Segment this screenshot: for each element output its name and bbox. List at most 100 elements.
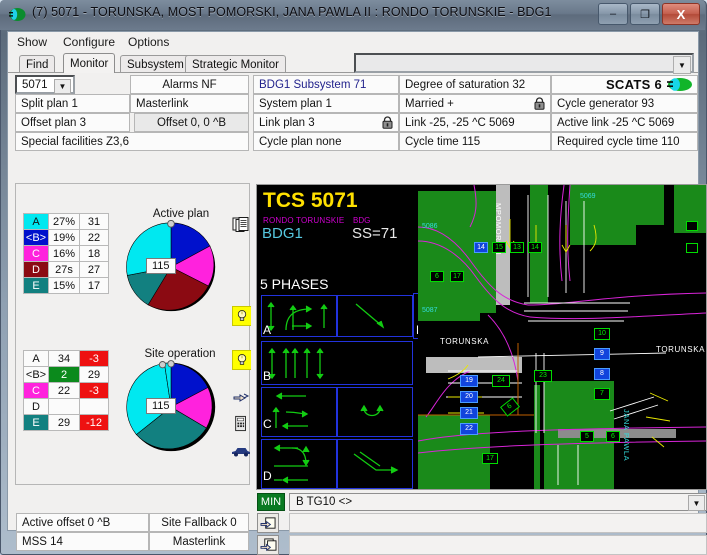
detector-edge-2[interactable] [686,243,698,253]
table-row[interactable]: D [23,398,109,415]
phase-cell-a-alt[interactable] [337,295,413,337]
phase-label-b: B [263,369,272,383]
detector-15[interactable]: 15 [492,242,506,253]
tab-monitor[interactable]: Monitor [63,53,116,73]
detector-17-south[interactable]: 17 [482,453,498,464]
detector-5[interactable]: 5 [580,431,594,442]
detector-18[interactable]: 6 [430,271,444,282]
menu-show[interactable]: Show [17,35,47,49]
top-dropdown[interactable]: ▼ [354,53,694,74]
menu-configure[interactable]: Configure [63,35,115,49]
site-op-value: 29 [48,414,80,431]
phase-cell-d-main[interactable] [261,439,337,489]
detector-7[interactable]: 7 [594,388,610,400]
special-facilities-field[interactable]: Special facilities Z3,6 [15,132,249,151]
active-link-field[interactable]: Active link -25 ^C 5069 [551,113,698,132]
detector-6[interactable]: 6 [606,431,620,442]
offset-plan-field[interactable]: Offset plan 3 [15,113,130,132]
detector-8[interactable]: 8 [594,368,610,380]
active-plan-key: <B> [23,229,49,246]
masterlink-field-1[interactable]: Masterlink [130,94,249,113]
masterlink-field-2[interactable]: Masterlink [149,532,249,551]
site-operation-bulb-button[interactable] [232,350,252,370]
phase-dropdown[interactable]: B TG10 <> ▼ [289,493,707,511]
table-row[interactable]: <B> 2 29 [23,366,109,383]
chevron-down-icon[interactable]: ▼ [673,56,691,74]
minimize-button[interactable]: – [598,3,628,25]
table-row[interactable]: C 16% 18 [23,245,109,262]
detector-12[interactable]: 14 [528,242,542,253]
offset-field[interactable]: Offset 0, 0 ^B [134,113,249,132]
tcs-map-panel[interactable]: TCS 5071 RONDO TORUNSKIE BDG BDG1 SS=71 … [256,184,707,490]
maximize-button[interactable]: ❐ [630,3,660,25]
alarms-field[interactable]: Alarms NF [130,75,249,94]
send-command-button-2[interactable] [257,535,279,555]
detector-16[interactable]: 14 [474,242,488,253]
table-row[interactable]: E 15% 17 [23,277,109,294]
command-field-2[interactable] [289,535,707,555]
send-command-button-1[interactable] [257,513,279,533]
married-label: Married + [405,97,454,110]
command-field-1[interactable] [289,513,707,533]
detector-17[interactable]: 17 [450,271,464,282]
detector-13[interactable]: 13 [510,242,524,253]
calculator-icon[interactable] [232,414,250,432]
table-row[interactable]: C 22 -3 [23,382,109,399]
tab-strategic-monitor[interactable]: Strategic Monitor [185,55,286,73]
cycle-generator-field[interactable]: Cycle generator 93 [551,94,698,113]
degree-of-saturation-field[interactable]: Degree of saturation 32 [399,75,551,94]
phase-cell-c-main[interactable] [261,387,337,437]
tab-find[interactable]: Find [19,55,56,73]
chevron-down-icon[interactable]: ▼ [688,495,705,511]
link-plan-field[interactable]: Link plan 3 [253,113,399,132]
detector-24[interactable]: 24 [492,375,510,387]
scats-app-icon [9,8,26,21]
split-plan-field[interactable]: Split plan 1 [15,94,130,113]
panel-splitter[interactable] [251,184,255,490]
copy-documents-icon[interactable] [232,216,250,234]
active-plan-bulb-button[interactable] [232,306,252,326]
married-field[interactable]: Married + [399,94,551,113]
table-row[interactable]: <B> 19% 22 [23,229,109,246]
subsystem-field[interactable]: BDG1 Subsystem 71 [253,75,399,94]
detector-21[interactable]: 21 [460,407,478,419]
min-button[interactable]: MIN [257,493,285,511]
tab-subsystem[interactable]: Subsystem [120,55,191,73]
table-row[interactable]: A 34 -3 [23,350,109,367]
cycle-time-field[interactable]: Cycle time 115 [399,132,551,151]
phase-cell-b[interactable] [261,341,413,385]
detector-edge-1[interactable] [686,221,698,231]
site-select-combo[interactable]: 5071 ▼ [15,75,75,94]
mss-field[interactable]: MSS 14 [16,532,149,551]
site-select-chevron-icon[interactable]: ▼ [54,79,71,94]
close-button[interactable]: X [662,3,700,25]
application-window: (7) 5071 - TORUNSKA, MOST POMORSKI, JANA… [0,0,707,555]
detector-10[interactable]: 10 [594,328,610,340]
menu-options[interactable]: Options [128,35,169,49]
intersection-map[interactable]: 5086 5087 5069 TORUNSKA TORUNSKA MPOMORS… [418,185,706,489]
system-plan-field[interactable]: System plan 1 [253,94,399,113]
menu-bar: Show Configure Options [8,32,698,53]
table-row[interactable]: D 27s 27 [23,261,109,278]
vehicle-icon[interactable] [230,444,252,458]
phase-cell-a-main[interactable] [261,295,337,337]
cycle-plan-field[interactable]: Cycle plan none [253,132,399,151]
table-row[interactable]: E 29 -12 [23,414,109,431]
phase-cell-d-alt[interactable] [337,439,413,489]
detector-20[interactable]: 20 [460,391,478,403]
pointing-hand-icon[interactable] [232,390,250,406]
detector-9[interactable]: 9 [594,348,610,360]
phase-cell-c-alt[interactable] [337,387,413,437]
table-row[interactable]: A 27% 31 [23,213,109,230]
active-offset-field[interactable]: Active offset 0 ^B [16,513,149,532]
tcs-title: TCS 5071 [263,189,358,212]
detector-22[interactable]: 22 [460,423,478,435]
lock-icon [382,116,393,129]
link-field[interactable]: Link -25, -25 ^C 5069 [399,113,551,132]
active-plan-pct: 16% [48,245,80,262]
detector-19[interactable]: 19 [460,375,478,387]
site-fallback-field[interactable]: Site Fallback 0 [149,513,249,532]
lightbulb-icon [237,310,247,321]
detector-23[interactable]: 23 [534,370,552,382]
required-cycle-time-field[interactable]: Required cycle time 110 [551,132,698,151]
